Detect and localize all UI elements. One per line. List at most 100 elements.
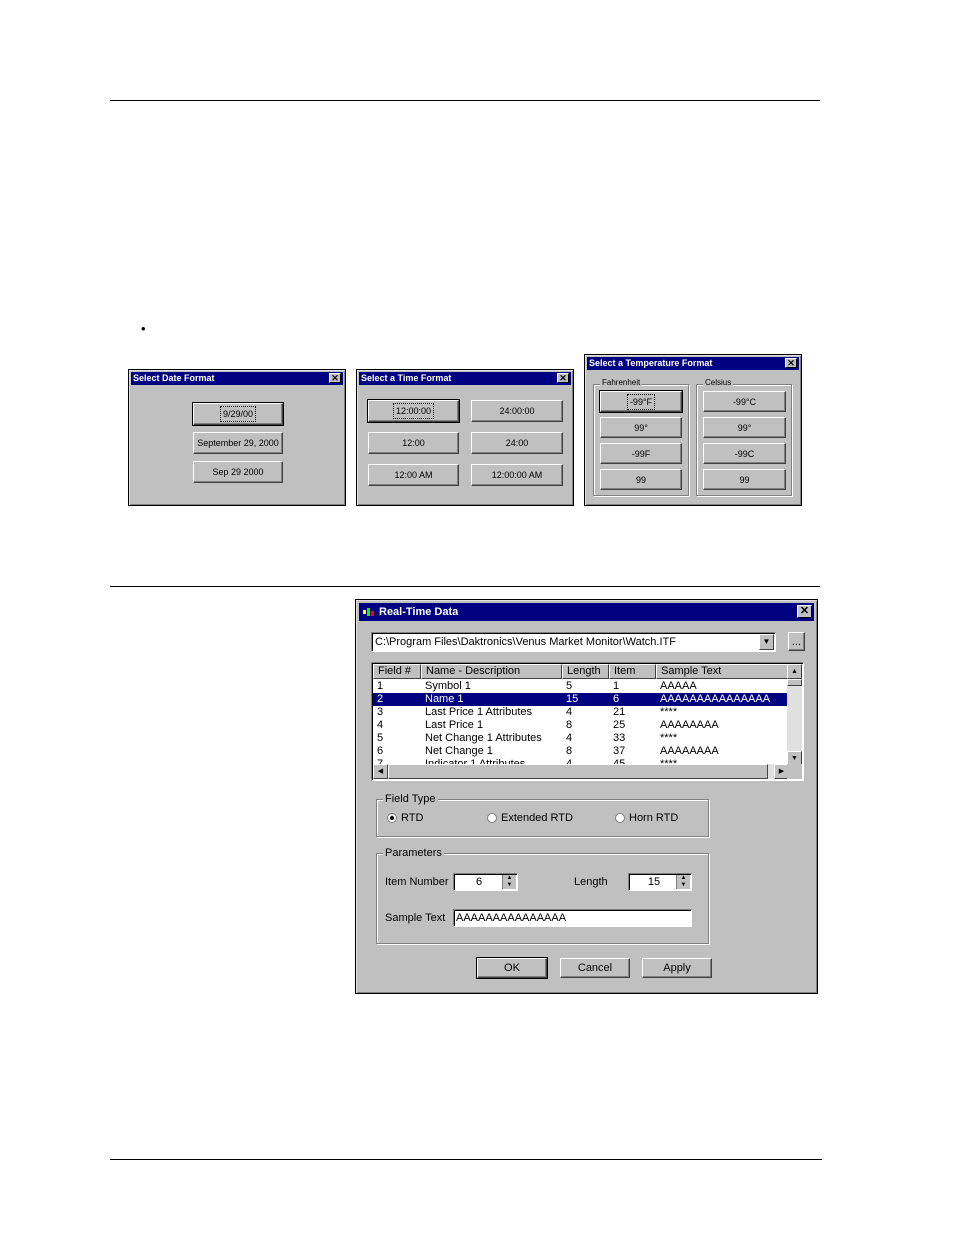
table-row[interactable]: 3 Last Price 1 Attributes 4 21 **** (373, 706, 789, 719)
table-cell: **** (660, 732, 678, 744)
table-cell: 33 (613, 732, 626, 744)
cancel-button[interactable]: Cancel (560, 958, 630, 978)
rt-title: Real-Time Data (379, 606, 459, 618)
time-format-button-4[interactable]: 24:00 (471, 432, 563, 454)
horn-rtd-radio[interactable]: Horn RTD (615, 812, 678, 824)
spin-arrows-icon[interactable]: ▲ ▼ (676, 875, 690, 889)
apply-button[interactable]: Apply (642, 958, 712, 978)
section-rule (110, 586, 820, 587)
item-number-spinner[interactable]: 6 ▲ ▼ (453, 873, 518, 891)
fahrenheit-button-2[interactable]: 99° (600, 417, 682, 438)
file-path-combo[interactable]: C:\Program Files\Daktronics\Venus Market… (371, 632, 776, 652)
table-cell: 5 (566, 680, 573, 692)
horizontal-scrollbar[interactable]: ◀ ▶ (373, 764, 789, 779)
table-cell: 4 (566, 732, 573, 744)
radio-icon (487, 813, 497, 823)
table-row[interactable]: 4 Last Price 1 8 25 AAAAAAAA (373, 719, 789, 732)
time-format-button-3[interactable]: 12:00 (368, 432, 459, 454)
time-format-button-6[interactable]: 12:00:00 AM (471, 464, 563, 486)
table-cell: 3 (377, 706, 384, 718)
field-type-group: Field Type RTD Extended RTD Horn RTD (376, 793, 709, 837)
celsius-button-2[interactable]: 99° (703, 417, 786, 438)
celsius-button-4[interactable]: 99 (703, 469, 786, 490)
close-icon[interactable]: ✕ (785, 358, 797, 368)
list-header: Field # Name - Description Length Item S… (373, 664, 803, 679)
close-icon[interactable]: ✕ (329, 373, 341, 383)
rt-titlebar: Real-Time Data ✕ (359, 603, 814, 621)
table-cell: **** (660, 706, 678, 718)
time-format-button-2[interactable]: 24:00:00 (471, 400, 563, 422)
date-format-button-3[interactable]: Sep 29 2000 (193, 461, 283, 483)
radio-selected-icon (387, 813, 397, 823)
fahrenheit-button-1[interactable]: -99°F (599, 390, 683, 413)
table-cell: 6 (377, 745, 384, 757)
date-format-button-1[interactable]: 9/29/00 (192, 402, 284, 426)
vertical-scrollbar[interactable]: ▲ ▼ (787, 664, 802, 766)
field-type-label: Field Type (383, 793, 438, 805)
col-sample[interactable]: Sample Text (656, 664, 790, 679)
col-field-num[interactable]: Field # (373, 664, 421, 679)
table-cell: 37 (613, 745, 626, 757)
fahrenheit-group: Fahrenheit -99°F 99° -99F 99 (593, 378, 689, 496)
time-dialog-title: Select a Time Format (361, 373, 452, 383)
table-cell: 8 (566, 745, 573, 757)
file-path-value: C:\Program Files\Daktronics\Venus Market… (375, 636, 676, 648)
table-cell: 1 (613, 680, 620, 692)
table-cell: AAAAAAAAAAAAAAA (660, 693, 771, 705)
bullet: • (141, 321, 146, 336)
fields-list[interactable]: Field # Name - Description Length Item S… (371, 662, 804, 781)
table-cell: 4 (566, 706, 573, 718)
temperature-format-dialog: Select a Temperature Format ✕ Fahrenheit… (584, 354, 802, 506)
table-row[interactable]: 6 Net Change 1 8 37 AAAAAAAA (373, 745, 789, 758)
table-cell: 5 (377, 732, 384, 744)
fahrenheit-button-3[interactable]: -99F (600, 443, 682, 464)
table-cell: 4 (377, 719, 384, 731)
time-format-button-1[interactable]: 12:00:00 (367, 399, 460, 423)
table-row[interactable]: 5 Net Change 1 Attributes 4 33 **** (373, 732, 789, 745)
table-row[interactable]: 2 Name 1 15 6 AAAAAAAAAAAAAAA (373, 693, 789, 706)
sample-text-field[interactable]: AAAAAAAAAAAAAAA (453, 909, 692, 927)
table-cell: Net Change 1 Attributes (425, 732, 542, 744)
date-format-button-2[interactable]: September 29, 2000 (193, 432, 283, 454)
app-icon (363, 608, 374, 616)
scroll-left-icon[interactable]: ◀ (373, 764, 388, 779)
table-cell: 21 (613, 706, 626, 718)
bottom-rule (110, 1159, 822, 1160)
scroll-thumb-h[interactable] (388, 764, 768, 779)
celsius-button-3[interactable]: -99C (703, 443, 786, 464)
close-icon[interactable]: ✕ (797, 605, 812, 618)
table-cell: AAAAAAAA (660, 719, 719, 731)
col-length[interactable]: Length (562, 664, 609, 679)
length-label: Length (574, 876, 608, 888)
time-format-dialog: Select a Time Format ✕ 12:00:00 24:00:00… (356, 369, 574, 506)
temp-dialog-title: Select a Temperature Format (589, 358, 713, 368)
celsius-button-1[interactable]: -99°C (703, 391, 786, 412)
real-time-data-window: Real-Time Data ✕ C:\Program Files\Daktro… (355, 599, 818, 994)
spin-arrows-icon[interactable]: ▲ ▼ (502, 875, 516, 889)
table-cell: 2 (377, 693, 384, 705)
table-row[interactable]: 1 Symbol 1 5 1 AAAAA (373, 680, 789, 693)
fahrenheit-button-4[interactable]: 99 (600, 469, 682, 490)
table-cell: 6 (613, 693, 620, 705)
chevron-down-icon[interactable]: ▼ (759, 634, 774, 650)
length-value: 15 (647, 876, 661, 888)
rtd-radio[interactable]: RTD (387, 812, 423, 824)
ok-button[interactable]: OK (476, 957, 548, 979)
extended-rtd-radio[interactable]: Extended RTD (487, 812, 573, 824)
date-format-dialog: Select Date Format ✕ 9/29/00 September 2… (128, 369, 346, 506)
scroll-up-icon[interactable]: ▲ (787, 664, 802, 679)
temp-dialog-titlebar: Select a Temperature Format ✕ (587, 357, 799, 370)
table-cell: AAAAAAAA (660, 745, 719, 757)
time-format-button-5[interactable]: 12:00 AM (368, 464, 459, 486)
item-number-value: 6 (475, 876, 483, 888)
scroll-thumb[interactable] (787, 679, 802, 686)
length-spinner[interactable]: 15 ▲ ▼ (628, 873, 692, 891)
table-cell: Name 1 (425, 693, 464, 705)
close-icon[interactable]: ✕ (557, 373, 569, 383)
parameters-group: Parameters (376, 847, 709, 944)
col-item[interactable]: Item (609, 664, 656, 679)
col-name[interactable]: Name - Description (421, 664, 562, 679)
radio-icon (615, 813, 625, 823)
browse-button[interactable]: ... (788, 632, 805, 651)
table-cell: Net Change 1 (425, 745, 493, 757)
